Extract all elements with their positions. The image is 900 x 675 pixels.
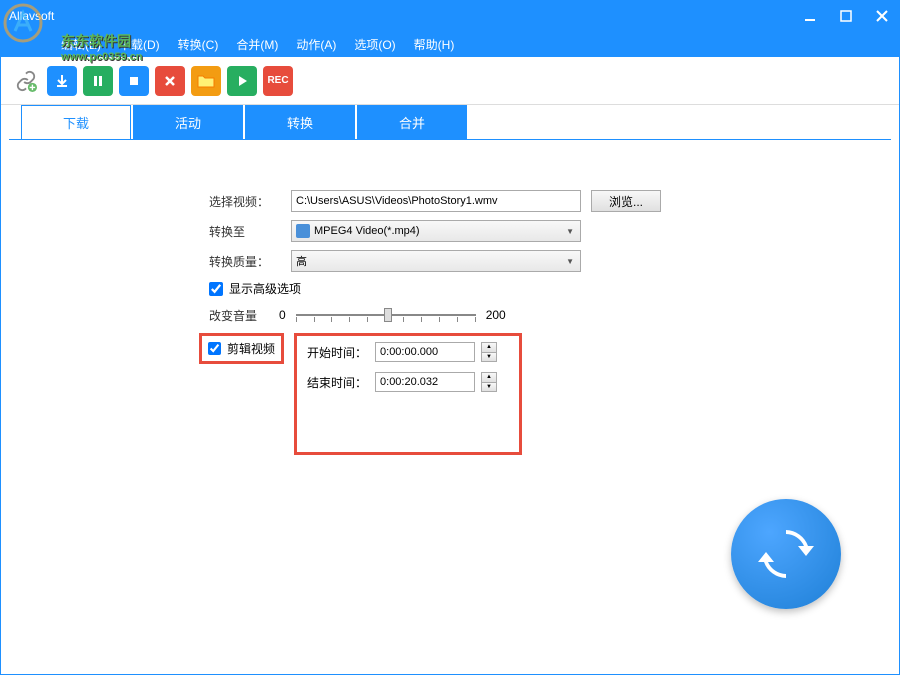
end-time-label: 结束时间： — [307, 374, 369, 391]
open-folder-button[interactable] — [191, 66, 221, 96]
browse-button[interactable]: 浏览... — [591, 190, 661, 212]
menu-merge[interactable]: 合并(M) — [236, 36, 278, 53]
refresh-icon — [756, 524, 816, 584]
start-time-input[interactable] — [375, 342, 475, 362]
quality-label: 转换质量： — [209, 253, 281, 270]
volume-label: 改变音量 — [209, 307, 269, 324]
tab-download[interactable]: 下载 — [21, 105, 131, 139]
start-time-spinner[interactable]: ▲▼ — [481, 342, 497, 362]
convert-run-button[interactable] — [731, 499, 841, 609]
toolbar: REC — [1, 57, 899, 105]
convert-to-label: 转换至 — [209, 223, 281, 240]
delete-button[interactable] — [155, 66, 185, 96]
end-time-spinner[interactable]: ▲▼ — [481, 372, 497, 392]
watermark-text: 东东软件园 www.pc0359.cn — [61, 31, 143, 63]
menu-option[interactable]: 选项(O) — [354, 36, 395, 53]
record-button[interactable]: REC — [263, 66, 293, 96]
play-button[interactable] — [227, 66, 257, 96]
convert-to-combo[interactable]: MPEG4 Video(*.mp4) — [291, 220, 581, 242]
show-advanced-checkbox[interactable] — [209, 282, 223, 296]
menu-action[interactable]: 动作(A) — [296, 36, 336, 53]
start-time-label: 开始时间： — [307, 344, 369, 361]
content-panel: 选择视频： 浏览... 转换至 MPEG4 Video(*.mp4) 转换质量：… — [9, 139, 891, 669]
quality-combo[interactable]: 高 — [291, 250, 581, 272]
clip-video-label: 剪辑视频 — [227, 340, 275, 357]
quality-value: 高 — [296, 253, 307, 269]
clip-video-checkbox[interactable] — [208, 342, 221, 355]
volume-min: 0 — [279, 308, 286, 322]
menu-convert[interactable]: 转换(C) — [178, 36, 219, 53]
select-video-input[interactable] — [291, 190, 581, 212]
show-advanced-label: 显示高级选项 — [229, 280, 301, 297]
tab-convert[interactable]: 转换 — [245, 105, 355, 139]
volume-max: 200 — [486, 308, 506, 322]
time-range-highlight: 开始时间： ▲▼ 结束时间： ▲▼ — [294, 333, 522, 455]
end-time-input[interactable] — [375, 372, 475, 392]
volume-slider[interactable] — [296, 305, 476, 325]
paste-url-button[interactable] — [11, 66, 41, 96]
pause-button[interactable] — [83, 66, 113, 96]
select-video-label: 选择视频： — [209, 193, 281, 210]
clip-video-highlight: 剪辑视频 — [199, 333, 284, 364]
format-icon — [296, 224, 310, 238]
menu-help[interactable]: 帮助(H) — [414, 36, 455, 53]
app-title: Allavsoft — [9, 9, 54, 23]
tab-activity[interactable]: 活动 — [133, 105, 243, 139]
close-button[interactable] — [873, 7, 891, 25]
titlebar: Allavsoft — [1, 1, 899, 31]
stop-button[interactable] — [119, 66, 149, 96]
minimize-button[interactable] — [801, 7, 819, 25]
download-button[interactable] — [47, 66, 77, 96]
tab-merge[interactable]: 合并 — [357, 105, 467, 139]
maximize-button[interactable] — [837, 7, 855, 25]
tabs: 下载 活动 转换 合并 — [1, 105, 899, 139]
convert-to-value: MPEG4 Video(*.mp4) — [314, 225, 420, 237]
